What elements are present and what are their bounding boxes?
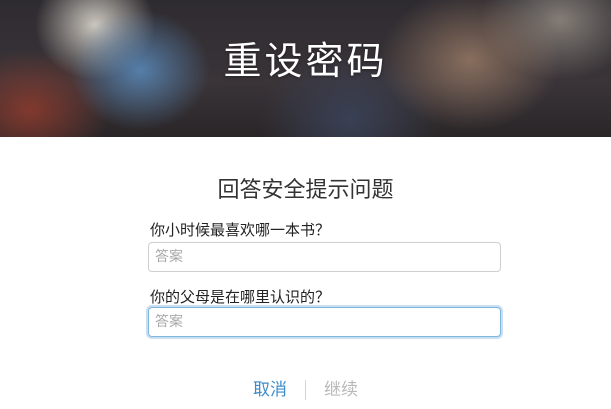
header-banner: 重设密码 xyxy=(0,0,611,137)
security-question-1-label: 你小时候最喜欢哪一本书？ xyxy=(150,221,331,239)
security-answer-2-input[interactable] xyxy=(148,307,501,337)
page-title: 重设密码 xyxy=(223,39,388,83)
cancel-button[interactable]: 取消 xyxy=(235,375,305,400)
continue-button[interactable]: 继续 xyxy=(306,375,376,400)
form-title: 回答安全提示问题 xyxy=(217,178,394,203)
action-bar: 取消 继续 xyxy=(0,375,611,400)
security-question-2-label: 你的父母是在哪里认识的？ xyxy=(150,288,331,306)
security-answer-1-input[interactable] xyxy=(148,242,501,272)
